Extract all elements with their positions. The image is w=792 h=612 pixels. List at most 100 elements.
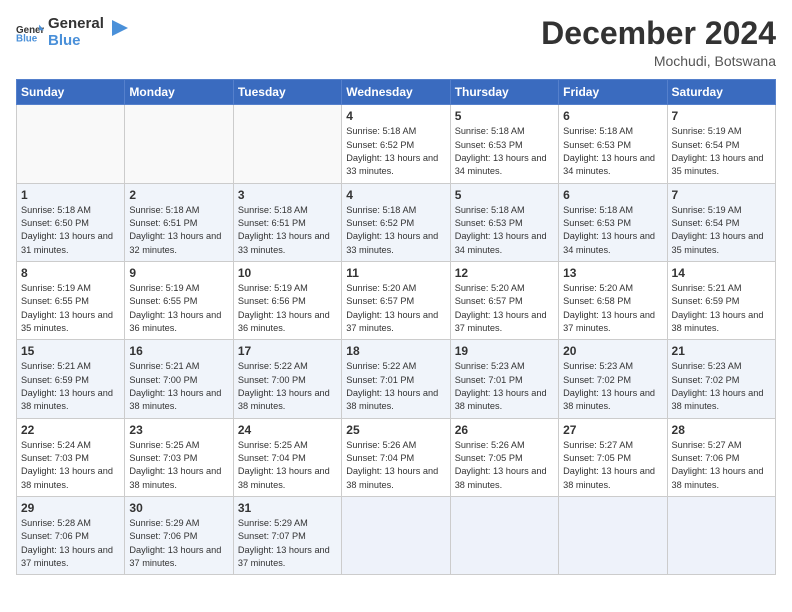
sunrise-label: Sunrise: 5:29 AM [238,518,308,528]
daylight-label: Daylight: 13 hours and 38 minutes. [455,466,547,489]
table-row: 8 Sunrise: 5:19 AM Sunset: 6:55 PM Dayli… [17,261,125,339]
table-row: 5 Sunrise: 5:18 AM Sunset: 6:53 PM Dayli… [450,105,558,183]
sunrise-label: Sunrise: 5:20 AM [563,283,633,293]
calendar-week-row: 22 Sunrise: 5:24 AM Sunset: 7:03 PM Dayl… [17,418,776,496]
table-row: 19 Sunrise: 5:23 AM Sunset: 7:01 PM Dayl… [450,340,558,418]
col-tuesday: Tuesday [233,80,341,105]
daylight-label: Daylight: 13 hours and 34 minutes. [455,231,547,254]
sunset-label: Sunset: 6:53 PM [563,218,631,228]
daylight-label: Daylight: 13 hours and 33 minutes. [238,231,330,254]
calendar-header-row: Sunday Monday Tuesday Wednesday Thursday… [17,80,776,105]
sunset-label: Sunset: 6:57 PM [346,296,414,306]
table-row: 6 Sunrise: 5:18 AM Sunset: 6:53 PM Dayli… [559,183,667,261]
calendar-week-row: 15 Sunrise: 5:21 AM Sunset: 6:59 PM Dayl… [17,340,776,418]
day-number: 28 [672,423,771,437]
sunset-label: Sunset: 6:51 PM [238,218,306,228]
table-row: 5 Sunrise: 5:18 AM Sunset: 6:53 PM Dayli… [450,183,558,261]
day-info: Sunrise: 5:20 AM Sunset: 6:58 PM Dayligh… [563,282,662,335]
table-row: 17 Sunrise: 5:22 AM Sunset: 7:00 PM Dayl… [233,340,341,418]
sunset-label: Sunset: 6:53 PM [455,140,523,150]
table-row: 26 Sunrise: 5:26 AM Sunset: 7:05 PM Dayl… [450,418,558,496]
day-info: Sunrise: 5:21 AM Sunset: 7:00 PM Dayligh… [129,360,228,413]
day-info: Sunrise: 5:27 AM Sunset: 7:05 PM Dayligh… [563,439,662,492]
sunrise-label: Sunrise: 5:28 AM [21,518,91,528]
day-info: Sunrise: 5:27 AM Sunset: 7:06 PM Dayligh… [672,439,771,492]
sunset-label: Sunset: 7:02 PM [672,375,740,385]
day-info: Sunrise: 5:24 AM Sunset: 7:03 PM Dayligh… [21,439,120,492]
day-number: 1 [21,188,120,202]
day-info: Sunrise: 5:26 AM Sunset: 7:04 PM Dayligh… [346,439,445,492]
daylight-label: Daylight: 13 hours and 37 minutes. [129,545,221,568]
sunrise-label: Sunrise: 5:25 AM [238,440,308,450]
table-row [667,497,775,575]
table-row: 16 Sunrise: 5:21 AM Sunset: 7:00 PM Dayl… [125,340,233,418]
daylight-label: Daylight: 13 hours and 38 minutes. [238,388,330,411]
day-number: 5 [455,188,554,202]
day-info: Sunrise: 5:22 AM Sunset: 7:00 PM Dayligh… [238,360,337,413]
calendar-week-row: 1 Sunrise: 5:18 AM Sunset: 6:50 PM Dayli… [17,183,776,261]
table-row: 4 Sunrise: 5:18 AM Sunset: 6:52 PM Dayli… [342,105,450,183]
day-info: Sunrise: 5:20 AM Sunset: 6:57 PM Dayligh… [346,282,445,335]
table-row: 30 Sunrise: 5:29 AM Sunset: 7:06 PM Dayl… [125,497,233,575]
day-number: 18 [346,344,445,358]
sunrise-label: Sunrise: 5:19 AM [129,283,199,293]
sunrise-label: Sunrise: 5:18 AM [455,205,525,215]
day-info: Sunrise: 5:19 AM Sunset: 6:54 PM Dayligh… [672,204,771,257]
month-title: December 2024 [541,16,776,51]
sunrise-label: Sunrise: 5:18 AM [563,205,633,215]
day-number: 5 [455,109,554,123]
table-row: 3 Sunrise: 5:18 AM Sunset: 6:51 PM Dayli… [233,183,341,261]
day-number: 20 [563,344,662,358]
day-info: Sunrise: 5:25 AM Sunset: 7:03 PM Dayligh… [129,439,228,492]
daylight-label: Daylight: 13 hours and 37 minutes. [346,310,438,333]
day-number: 12 [455,266,554,280]
svg-text:Blue: Blue [16,33,38,43]
table-row: 10 Sunrise: 5:19 AM Sunset: 6:56 PM Dayl… [233,261,341,339]
sunset-label: Sunset: 6:54 PM [672,140,740,150]
table-row: 29 Sunrise: 5:28 AM Sunset: 7:06 PM Dayl… [17,497,125,575]
table-row: 1 Sunrise: 5:18 AM Sunset: 6:50 PM Dayli… [17,183,125,261]
day-info: Sunrise: 5:22 AM Sunset: 7:01 PM Dayligh… [346,360,445,413]
sunrise-label: Sunrise: 5:18 AM [346,126,416,136]
day-info: Sunrise: 5:29 AM Sunset: 7:07 PM Dayligh… [238,517,337,570]
sunset-label: Sunset: 7:03 PM [129,453,197,463]
sunrise-label: Sunrise: 5:25 AM [129,440,199,450]
day-info: Sunrise: 5:18 AM Sunset: 6:52 PM Dayligh… [346,125,445,178]
day-number: 10 [238,266,337,280]
day-number: 6 [563,188,662,202]
logo-general-text: General [48,16,104,33]
sunset-label: Sunset: 7:07 PM [238,531,306,541]
daylight-label: Daylight: 13 hours and 35 minutes. [672,153,764,176]
daylight-label: Daylight: 13 hours and 36 minutes. [238,310,330,333]
sunset-label: Sunset: 7:00 PM [129,375,197,385]
table-row [233,105,341,183]
daylight-label: Daylight: 13 hours and 34 minutes. [563,231,655,254]
table-row: 9 Sunrise: 5:19 AM Sunset: 6:55 PM Dayli… [125,261,233,339]
day-info: Sunrise: 5:18 AM Sunset: 6:51 PM Dayligh… [238,204,337,257]
daylight-label: Daylight: 13 hours and 38 minutes. [21,388,113,411]
daylight-label: Daylight: 13 hours and 36 minutes. [129,310,221,333]
table-row [125,105,233,183]
daylight-label: Daylight: 13 hours and 38 minutes. [129,466,221,489]
day-number: 26 [455,423,554,437]
daylight-label: Daylight: 13 hours and 38 minutes. [21,466,113,489]
sunset-label: Sunset: 7:06 PM [129,531,197,541]
day-number: 19 [455,344,554,358]
sunset-label: Sunset: 6:53 PM [563,140,631,150]
sunset-label: Sunset: 6:50 PM [21,218,89,228]
sunset-label: Sunset: 6:53 PM [455,218,523,228]
day-info: Sunrise: 5:23 AM Sunset: 7:02 PM Dayligh… [672,360,771,413]
day-number: 6 [563,109,662,123]
col-sunday: Sunday [17,80,125,105]
sunset-label: Sunset: 7:05 PM [563,453,631,463]
col-saturday: Saturday [667,80,775,105]
table-row: 13 Sunrise: 5:20 AM Sunset: 6:58 PM Dayl… [559,261,667,339]
day-info: Sunrise: 5:19 AM Sunset: 6:55 PM Dayligh… [21,282,120,335]
daylight-label: Daylight: 13 hours and 34 minutes. [455,153,547,176]
sunset-label: Sunset: 6:52 PM [346,218,414,228]
sunrise-label: Sunrise: 5:26 AM [455,440,525,450]
sunrise-label: Sunrise: 5:21 AM [21,361,91,371]
table-row: 4 Sunrise: 5:18 AM Sunset: 6:52 PM Dayli… [342,183,450,261]
sunset-label: Sunset: 7:02 PM [563,375,631,385]
day-info: Sunrise: 5:18 AM Sunset: 6:50 PM Dayligh… [21,204,120,257]
